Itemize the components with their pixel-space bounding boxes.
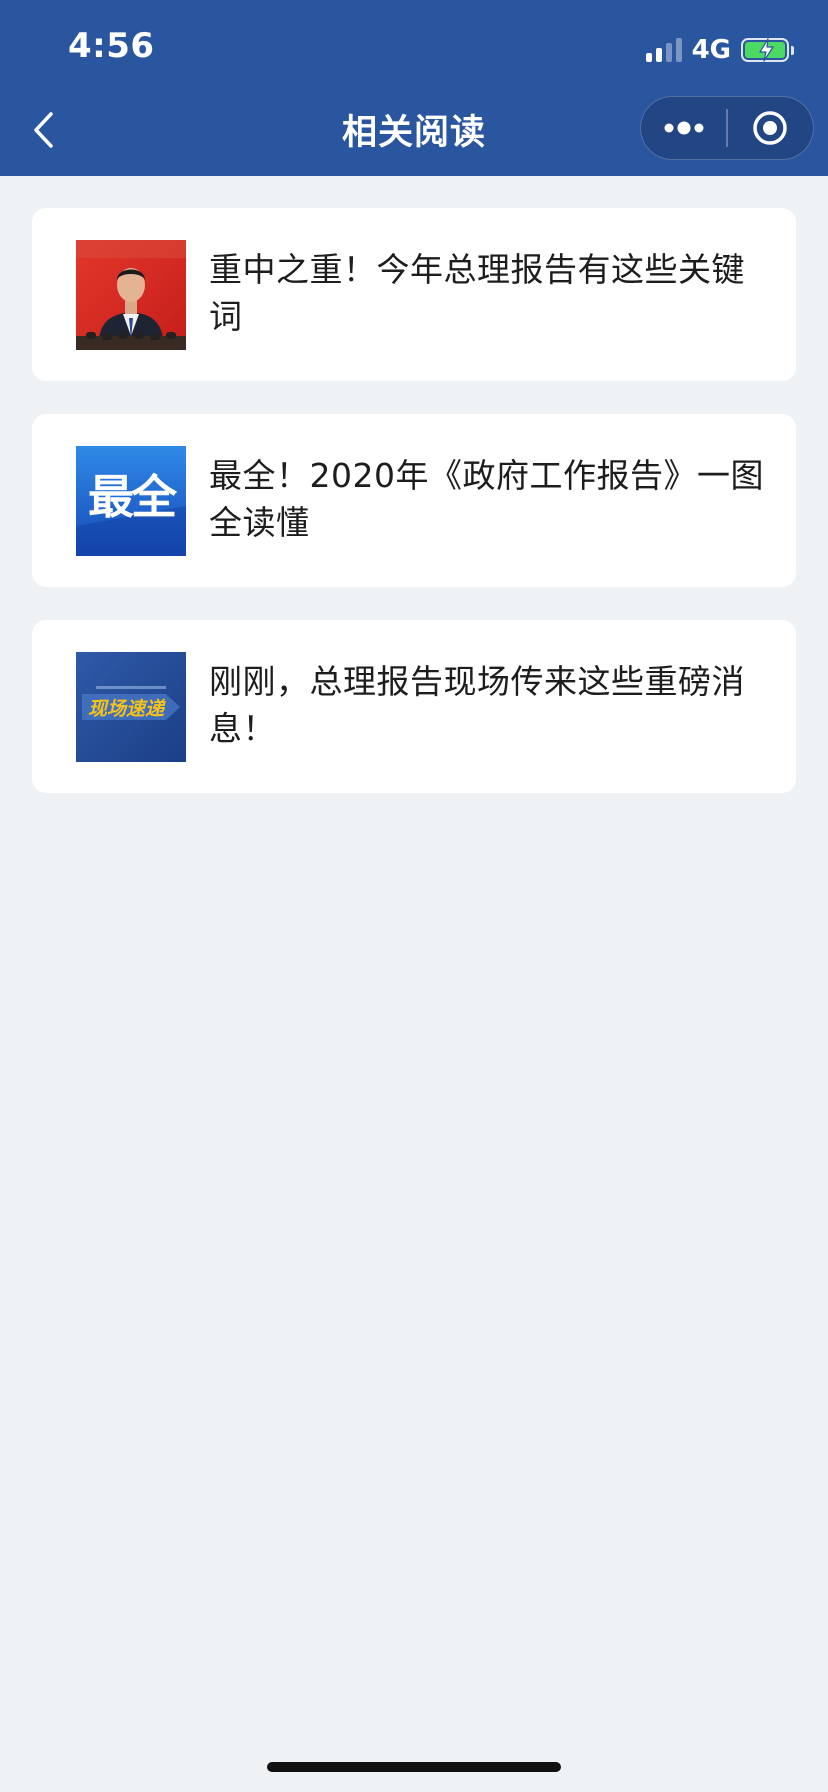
home-indicator[interactable] [267,1762,561,1772]
signal-bar [675,38,682,62]
battery-cap [791,45,794,55]
article-thumbnail: 现场速递 [76,652,186,762]
status-time: 4:56 [68,26,155,66]
signal-bar [655,48,662,62]
close-button[interactable] [728,96,813,160]
screen: 4:56 4G 相关阅读 重中之重！今年总理报告有这些关键词 最全 最全！202… [0,0,828,1792]
signal-icon [645,38,682,62]
thumbnail-label: 最全 [88,470,178,524]
status-icons: 4G [645,35,794,65]
navigation-header: 4:56 4G 相关阅读 [0,0,828,176]
article-card[interactable]: 重中之重！今年总理报告有这些关键词 [32,208,796,381]
article-card[interactable]: 现场速递 刚刚，总理报告现场传来这些重磅消息！ [32,620,796,793]
thumbnail-label: 现场速递 [88,698,166,720]
article-thumbnail [76,240,186,350]
signal-bar [645,53,652,62]
menu-capsule [640,96,814,160]
article-title: 重中之重！今年总理报告有这些关键词 [209,250,745,336]
battery-icon [741,38,789,62]
charging-bolt-icon [759,38,774,62]
article-card[interactable]: 最全 最全！2020年《政府工作报告》一图全读懂 [32,414,796,587]
article-title: 最全！2020年《政府工作报告》一图全读懂 [209,456,764,542]
xianchang-sudi-banner-image: 现场速递 [76,652,186,762]
speaker-photo-image [76,240,186,350]
more-button[interactable] [641,96,726,160]
more-dots-icon [664,121,704,135]
network-type: 4G [691,35,731,65]
target-close-icon [753,111,788,145]
article-thumbnail: 最全 [76,446,186,556]
zuiquan-banner-image: 最全 [76,446,186,556]
article-list: 重中之重！今年总理报告有这些关键词 最全 最全！2020年《政府工作报告》一图全… [32,208,796,826]
signal-bar [665,43,672,62]
article-title: 刚刚，总理报告现场传来这些重磅消息！ [209,662,745,748]
